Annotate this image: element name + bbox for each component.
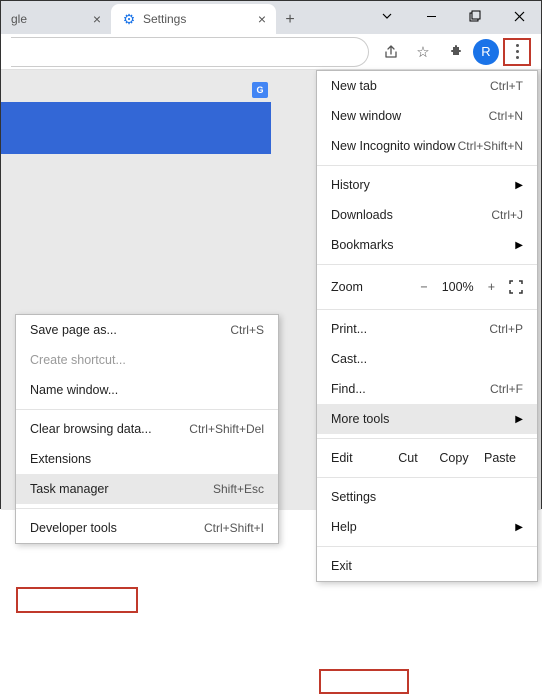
zoom-value: 100% (442, 280, 474, 294)
new-tab-button[interactable]: + (276, 6, 304, 34)
tab-inactive[interactable]: gle × (1, 4, 111, 34)
menu-separator (317, 438, 537, 439)
menu-item-edit: Edit Cut Copy Paste (317, 443, 537, 473)
translate-icon[interactable]: G (252, 82, 268, 98)
page-header-bar (1, 102, 271, 154)
menu-button[interactable] (503, 38, 531, 66)
caret-down-icon[interactable] (365, 1, 409, 31)
maximize-icon[interactable] (453, 1, 497, 31)
menu-item-cast[interactable]: Cast... (317, 344, 537, 374)
avatar-letter: R (481, 44, 490, 59)
close-icon[interactable]: × (93, 11, 101, 27)
submenu-item-dev-tools[interactable]: Developer toolsCtrl+Shift+I (16, 513, 278, 543)
submenu-item-name-window[interactable]: Name window... (16, 375, 278, 405)
submenu-item-clear-data[interactable]: Clear browsing data...Ctrl+Shift+Del (16, 414, 278, 444)
minimize-icon[interactable] (409, 1, 453, 31)
submenu-item-task-manager[interactable]: Task managerShift+Esc (16, 474, 278, 504)
zoom-label: Zoom (331, 280, 363, 294)
share-icon[interactable] (377, 38, 405, 66)
menu-separator (317, 309, 537, 310)
edit-label: Edit (331, 451, 385, 465)
copy-button[interactable]: Copy (431, 451, 477, 465)
menu-item-print[interactable]: Print...Ctrl+P (317, 314, 537, 344)
menu-separator (317, 477, 537, 478)
menu-item-downloads[interactable]: DownloadsCtrl+J (317, 200, 537, 230)
menu-item-zoom: Zoom − 100% + (317, 269, 537, 305)
menu-item-find[interactable]: Find...Ctrl+F (317, 374, 537, 404)
more-tools-submenu: Save page as...Ctrl+S Create shortcut...… (15, 314, 279, 544)
tab-label: Settings (143, 12, 186, 26)
address-bar-edge[interactable] (11, 37, 369, 67)
window-controls (365, 1, 541, 31)
avatar[interactable]: R (473, 39, 499, 65)
submenu-item-save-page[interactable]: Save page as...Ctrl+S (16, 315, 278, 345)
menu-item-help[interactable]: Help▶ (317, 512, 537, 542)
gear-icon: ⚙ (121, 11, 137, 27)
menu-item-incognito[interactable]: New Incognito windowCtrl+Shift+N (317, 131, 537, 161)
chevron-right-icon: ▶ (515, 414, 523, 425)
chevron-right-icon: ▶ (515, 180, 523, 191)
menu-item-new-tab[interactable]: New tabCtrl+T (317, 71, 537, 101)
zoom-out-button[interactable]: − (420, 280, 427, 294)
submenu-item-create-shortcut: Create shortcut... (16, 345, 278, 375)
dots-vertical-icon (516, 44, 519, 59)
menu-separator (317, 264, 537, 265)
menu-item-more-tools[interactable]: More tools▶ (317, 404, 537, 434)
close-icon[interactable]: × (258, 11, 266, 27)
menu-item-new-window[interactable]: New windowCtrl+N (317, 101, 537, 131)
menu-separator (16, 409, 278, 410)
main-menu: New tabCtrl+T New windowCtrl+N New Incog… (316, 70, 538, 582)
menu-item-exit[interactable]: Exit (317, 551, 537, 581)
close-icon[interactable] (497, 1, 541, 31)
tab-settings[interactable]: ⚙ Settings × (111, 4, 276, 34)
browser-titlebar: gle × ⚙ Settings × + (1, 1, 541, 34)
cut-button[interactable]: Cut (385, 451, 431, 465)
extensions-icon[interactable] (441, 38, 469, 66)
chevron-right-icon: ▶ (515, 240, 523, 251)
tab-label: gle (11, 12, 27, 26)
menu-item-settings[interactable]: Settings (317, 482, 537, 512)
fullscreen-icon[interactable] (509, 280, 523, 294)
zoom-in-button[interactable]: + (488, 280, 495, 294)
submenu-item-extensions[interactable]: Extensions (16, 444, 278, 474)
menu-item-history[interactable]: History▶ (317, 170, 537, 200)
menu-separator (317, 165, 537, 166)
menu-separator (317, 546, 537, 547)
toolbar: ☆ R (1, 34, 541, 70)
chevron-right-icon: ▶ (515, 522, 523, 533)
menu-item-bookmarks[interactable]: Bookmarks▶ (317, 230, 537, 260)
star-icon[interactable]: ☆ (409, 38, 437, 66)
paste-button[interactable]: Paste (477, 451, 523, 465)
